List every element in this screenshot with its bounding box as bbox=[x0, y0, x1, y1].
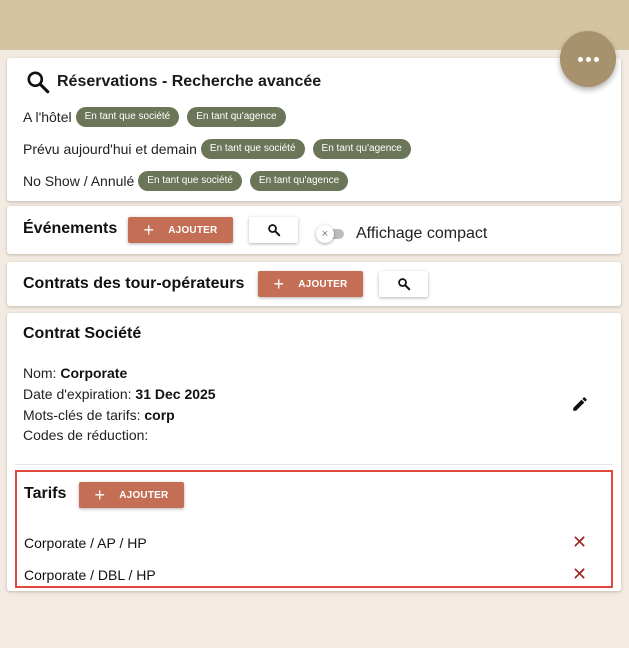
contract-expiry-value: 31 Dec 2025 bbox=[135, 386, 216, 402]
more-actions-button[interactable] bbox=[560, 31, 616, 87]
search-tour-operators-button[interactable] bbox=[379, 271, 428, 297]
reservations-search-card: Réservations - Recherche avancée A l'hôt… bbox=[7, 58, 621, 201]
chip-as-company[interactable]: En tant que société bbox=[138, 171, 242, 191]
search-icon bbox=[267, 224, 280, 237]
add-event-label: AJOUTER bbox=[168, 224, 218, 236]
edit-contract-button[interactable] bbox=[571, 395, 589, 418]
company-contract-title: Contrat Société bbox=[23, 325, 142, 342]
chip-as-agency[interactable]: En tant qu'agence bbox=[187, 107, 286, 127]
add-event-button[interactable]: + AJOUTER bbox=[128, 217, 233, 243]
section-divider bbox=[15, 464, 613, 465]
contract-codes-line: Codes de réduction: bbox=[23, 427, 148, 443]
events-card: Événements + AJOUTER × Affichage compact bbox=[7, 206, 621, 254]
toggle-off-icon: × bbox=[316, 225, 334, 243]
search-icon bbox=[27, 71, 50, 94]
plus-icon: + bbox=[94, 485, 106, 505]
tarif-item[interactable]: Corporate / DBL / HP bbox=[24, 567, 156, 583]
plus-icon: + bbox=[143, 220, 155, 240]
contract-expiry-line: Date d'expiration: 31 Dec 2025 bbox=[23, 386, 216, 402]
contract-name-line: Nom: Corporate bbox=[23, 365, 127, 381]
compact-display-toggle[interactable]: × Affichage compact bbox=[316, 225, 488, 243]
toggle-track: × bbox=[316, 225, 344, 243]
tour-operators-title: Contrats des tour-opérateurs bbox=[23, 275, 245, 292]
contract-name-value: Corporate bbox=[60, 365, 128, 381]
top-app-bar bbox=[0, 0, 629, 50]
add-tarif-button[interactable]: + AJOUTER bbox=[79, 482, 184, 508]
company-contract-card: Contrat Société Nom: Corporate Date d'ex… bbox=[7, 313, 621, 591]
reservation-filter-row-hotel: A l'hôtel En tant que société En tant qu… bbox=[23, 107, 286, 127]
reservations-header: Réservations - Recherche avancée bbox=[25, 69, 321, 95]
reservation-filter-row-noshow: No Show / Annulé En tant que société En … bbox=[23, 171, 349, 191]
contract-keywords-line: Mots-clés de tarifs: corp bbox=[23, 407, 175, 423]
tour-operators-card: Contrats des tour-opérateurs + AJOUTER bbox=[7, 262, 621, 306]
chip-as-agency[interactable]: En tant qu'agence bbox=[312, 139, 411, 159]
pencil-icon bbox=[573, 397, 587, 411]
contract-name-label: Nom: bbox=[23, 365, 57, 381]
add-tour-operator-button[interactable]: + AJOUTER bbox=[258, 271, 363, 297]
reservation-filter-row-upcoming: Prévu aujourd'hui et demain En tant que … bbox=[23, 139, 411, 159]
contract-keywords-label: Mots-clés de tarifs: bbox=[23, 407, 141, 423]
contract-codes-label: Codes de réduction: bbox=[23, 427, 149, 443]
filter-label: Prévu aujourd'hui et demain bbox=[23, 141, 197, 157]
compact-display-label: Affichage compact bbox=[356, 225, 488, 242]
search-events-button[interactable] bbox=[249, 217, 298, 243]
chip-as-company[interactable]: En tant que société bbox=[75, 107, 180, 127]
more-horizontal-icon bbox=[577, 56, 599, 62]
add-tarif-label: AJOUTER bbox=[119, 489, 169, 501]
plus-icon: + bbox=[273, 274, 285, 294]
filter-label: A l'hôtel bbox=[23, 109, 72, 125]
filter-label: No Show / Annulé bbox=[23, 173, 135, 189]
search-icon bbox=[397, 278, 410, 291]
contract-expiry-label: Date d'expiration: bbox=[23, 386, 132, 402]
contract-keywords-value: corp bbox=[144, 407, 175, 423]
chip-as-agency[interactable]: En tant qu'agence bbox=[249, 171, 349, 191]
events-title: Événements bbox=[23, 220, 118, 237]
tarif-item[interactable]: Corporate / AP / HP bbox=[24, 535, 147, 551]
add-tour-operator-label: AJOUTER bbox=[298, 278, 348, 290]
delete-tarif-icon[interactable]: ✕ bbox=[572, 565, 587, 583]
tarifs-title: Tarifs bbox=[24, 485, 67, 502]
reservations-title: Réservations - Recherche avancée bbox=[57, 73, 322, 90]
delete-tarif-icon[interactable]: ✕ bbox=[572, 533, 587, 551]
tarifs-section: Tarifs + AJOUTER Corporate / AP / HP ✕ C… bbox=[15, 470, 613, 588]
chip-as-company[interactable]: En tant que société bbox=[200, 139, 305, 159]
